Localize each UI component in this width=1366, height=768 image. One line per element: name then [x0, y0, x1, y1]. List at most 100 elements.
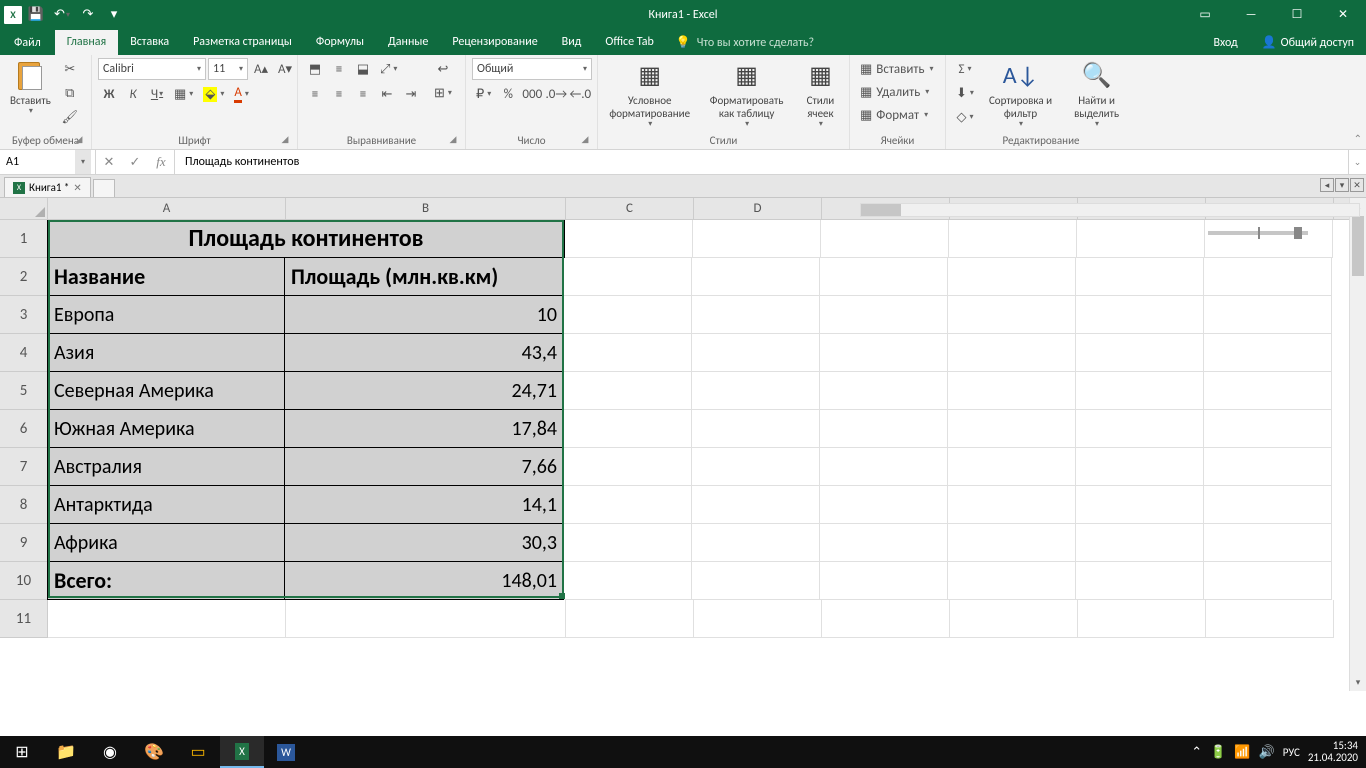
copy-button[interactable]: ⧉: [59, 82, 81, 104]
cell[interactable]: [692, 448, 820, 486]
tray-expand-icon[interactable]: ⌃: [1191, 745, 1202, 760]
cell[interactable]: [948, 296, 1076, 334]
conditional-formatting-button[interactable]: ▦Условное форматирование▾: [604, 58, 695, 132]
zoom-slider[interactable]: [1208, 231, 1308, 235]
close-workbook-icon[interactable]: ✕: [73, 181, 81, 194]
cell[interactable]: [948, 334, 1076, 372]
number-format-combo[interactable]: Общий▾: [472, 58, 592, 80]
cell[interactable]: [1078, 600, 1206, 638]
share-button[interactable]: 👤Общий доступ: [1250, 30, 1366, 55]
row-header[interactable]: 3: [0, 296, 48, 334]
cell[interactable]: [1204, 562, 1332, 600]
maximize-button[interactable]: ☐: [1274, 0, 1320, 29]
cell[interactable]: [820, 258, 948, 296]
align-left-button[interactable]: ≡: [304, 83, 326, 105]
cell[interactable]: [1204, 334, 1332, 372]
cell[interactable]: Антарктида: [47, 485, 285, 524]
insert-function-button[interactable]: fx: [148, 150, 174, 174]
cut-button[interactable]: ✂: [59, 58, 81, 80]
cell[interactable]: [286, 600, 566, 638]
cell[interactable]: [820, 524, 948, 562]
delete-cells-button[interactable]: ▦Удалить▾: [856, 81, 942, 103]
cell[interactable]: Африка: [47, 523, 285, 562]
cell[interactable]: Площадь (млн.кв.км): [284, 257, 564, 296]
cell[interactable]: [1204, 448, 1332, 486]
new-workbook-tab[interactable]: [93, 179, 115, 197]
font-size-combo[interactable]: 11▾: [208, 58, 248, 80]
file-explorer-icon[interactable]: 📁: [44, 736, 88, 768]
tab-formulas[interactable]: Формулы: [304, 30, 376, 55]
cell[interactable]: 24,71: [284, 371, 564, 410]
cell[interactable]: [564, 486, 692, 524]
volume-icon[interactable]: 🔊: [1259, 745, 1275, 760]
cell[interactable]: [1076, 562, 1204, 600]
cell[interactable]: [822, 600, 950, 638]
row-header[interactable]: 5: [0, 372, 48, 410]
cell[interactable]: [820, 486, 948, 524]
cell[interactable]: Северная Америка: [47, 371, 285, 410]
col-header-c[interactable]: C: [566, 198, 694, 219]
accounting-format-button[interactable]: ₽▾: [472, 83, 495, 105]
cell[interactable]: [1076, 334, 1204, 372]
start-button[interactable]: ⊞: [0, 736, 44, 768]
cell[interactable]: 7,66: [284, 447, 564, 486]
name-box[interactable]: A1▾: [0, 150, 96, 174]
increase-indent-button[interactable]: ⇥: [400, 83, 422, 105]
row-header[interactable]: 7: [0, 448, 48, 486]
wrap-text-button[interactable]: ↩: [430, 58, 456, 80]
font-name-combo[interactable]: Calibri▾: [98, 58, 206, 80]
align-middle-button[interactable]: ≡: [328, 58, 350, 80]
increase-decimal-button[interactable]: .0→: [545, 83, 567, 105]
cell[interactable]: [692, 486, 820, 524]
cell[interactable]: Всего:: [47, 561, 285, 600]
sort-filter-button[interactable]: A↓Сортировка и фильтр▾: [982, 58, 1059, 132]
cell[interactable]: [564, 372, 692, 410]
wb-menu-button[interactable]: ▾: [1335, 178, 1349, 192]
cell[interactable]: [1076, 258, 1204, 296]
tell-me[interactable]: 💡Что вы хотите сделать?: [666, 30, 824, 55]
borders-button[interactable]: ▦▾: [170, 83, 197, 105]
cell[interactable]: [694, 600, 822, 638]
cell[interactable]: [693, 220, 821, 258]
cell[interactable]: 14,1: [284, 485, 564, 524]
orientation-button[interactable]: ⤢▾: [376, 58, 401, 80]
decrease-decimal-button[interactable]: ←.0: [569, 83, 591, 105]
cell[interactable]: Европа: [47, 295, 285, 334]
cell[interactable]: 10: [284, 295, 564, 334]
cell[interactable]: [820, 296, 948, 334]
align-bottom-button[interactable]: ⬓: [352, 58, 374, 80]
horizontal-scrollbar[interactable]: [860, 203, 1360, 217]
collapse-ribbon-button[interactable]: ⌃: [1354, 132, 1362, 145]
paint-icon[interactable]: 🎨: [132, 736, 176, 768]
clear-button[interactable]: ◇▾: [952, 106, 978, 128]
insert-cells-button[interactable]: ▦Вставить▾: [856, 58, 942, 80]
merge-button[interactable]: ⊞▾: [430, 82, 456, 104]
cell[interactable]: [948, 258, 1076, 296]
cell[interactable]: [948, 524, 1076, 562]
cell[interactable]: [820, 410, 948, 448]
row-header[interactable]: 1: [0, 220, 48, 258]
cell[interactable]: Название: [47, 257, 285, 296]
fill-button[interactable]: ⬇▾: [952, 82, 978, 104]
save-button[interactable]: 💾: [24, 3, 48, 27]
tab-home[interactable]: Главная: [55, 30, 118, 55]
cancel-formula-button[interactable]: ✕: [96, 150, 122, 174]
expand-formula-bar-button[interactable]: ⌄: [1348, 150, 1366, 174]
cell[interactable]: [820, 448, 948, 486]
cell[interactable]: [948, 410, 1076, 448]
wifi-icon[interactable]: 📶: [1234, 745, 1250, 760]
increase-font-button[interactable]: A▴: [250, 58, 272, 80]
cell[interactable]: [564, 562, 692, 600]
cell[interactable]: [1076, 372, 1204, 410]
cell[interactable]: [821, 220, 949, 258]
cell[interactable]: Площадь континентов: [47, 220, 565, 258]
sign-in-button[interactable]: Вход: [1201, 31, 1249, 55]
language-indicator[interactable]: РУС: [1283, 746, 1300, 759]
tab-review[interactable]: Рецензирование: [440, 30, 549, 55]
alignment-dialog-launcher[interactable]: ◢: [447, 134, 459, 146]
word-taskbar-icon[interactable]: W: [264, 736, 308, 768]
wb-close-button[interactable]: ✕: [1350, 178, 1364, 192]
row-header[interactable]: 2: [0, 258, 48, 296]
cell[interactable]: [692, 372, 820, 410]
bold-button[interactable]: Ж: [98, 83, 120, 105]
